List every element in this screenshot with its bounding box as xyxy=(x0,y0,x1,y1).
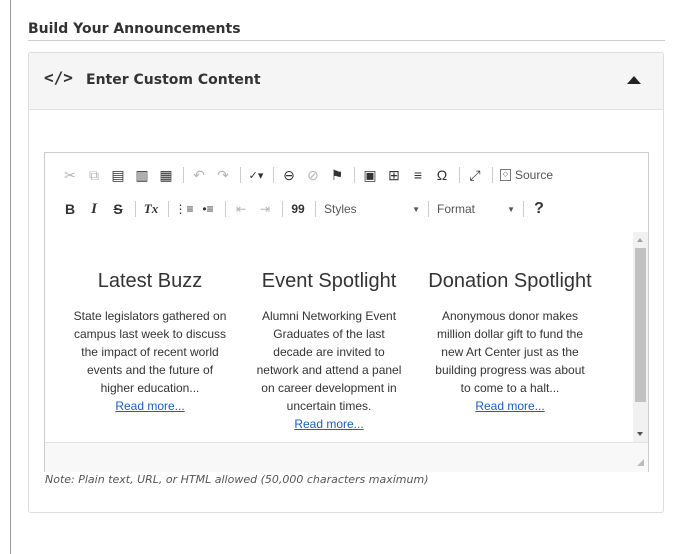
page-left-border xyxy=(10,0,11,554)
toolbar-separator xyxy=(240,167,241,183)
toolbar-separator xyxy=(315,201,316,217)
panel-header[interactable]: </> Enter Custom Content xyxy=(29,53,663,110)
paste-icon[interactable]: ▤ xyxy=(107,164,129,186)
styles-dropdown[interactable]: Styles ▼ xyxy=(320,198,424,220)
column-heading: Donation Spotlight xyxy=(428,270,592,292)
scroll-down-arrow-icon[interactable] xyxy=(637,432,643,436)
toolbar-separator xyxy=(273,167,274,183)
link-icon[interactable]: ⊖ xyxy=(278,164,300,186)
vertical-scrollbar[interactable] xyxy=(633,232,648,442)
copy-icon[interactable]: ⧉ xyxy=(83,164,105,186)
chevron-down-icon: ▼ xyxy=(507,204,515,214)
column-text: Anonymous donor makes million dollar gif… xyxy=(435,309,585,395)
announcement-column-latest-buzz: Latest Buzz State legislators gathered o… xyxy=(55,270,245,415)
outdent-icon[interactable]: ⇤ xyxy=(230,198,252,220)
code-icon: </> xyxy=(44,68,73,87)
undo-icon[interactable]: ↶ xyxy=(188,164,210,186)
column-text: Alumni Networking Event Graduates of the… xyxy=(256,309,402,413)
chevron-down-icon: ▼ xyxy=(412,204,420,214)
help-icon[interactable]: ? xyxy=(528,198,550,220)
toolbar-separator xyxy=(492,167,493,183)
source-button[interactable]: ◇ Source xyxy=(497,164,556,186)
toolbar-separator xyxy=(354,167,355,183)
remove-format-icon[interactable]: Tx xyxy=(140,198,162,220)
toolbar-separator xyxy=(523,201,524,217)
horizontal-line-icon[interactable]: ≡ xyxy=(407,164,429,186)
toolbar-row-2: B I S Tx ⋮≡ •≡ ⇤ ⇥ 99 Styles ▼ Format ▼ … xyxy=(59,197,552,221)
column-heading: Latest Buzz xyxy=(97,270,203,292)
read-more-link[interactable]: Read more... xyxy=(55,397,245,415)
indent-icon[interactable]: ⇥ xyxy=(254,198,276,220)
section-title: Build Your Announcements xyxy=(28,21,241,37)
read-more-link[interactable]: Read more... xyxy=(246,415,412,433)
table-icon[interactable]: ⊞ xyxy=(383,164,405,186)
source-label: Source xyxy=(515,168,554,182)
toolbar-separator xyxy=(428,201,429,217)
format-label: Format xyxy=(437,202,476,216)
toolbar-separator xyxy=(135,201,136,217)
editor-toolbar: ✂ ⧉ ▤ ▥ ▦ ↶ ↷ ✓▾ ⊖ ⊘ ⚑ ▣ ⊞ ≡ Ω ⤢ ◇ Sourc… xyxy=(45,153,648,233)
image-icon[interactable]: ▣ xyxy=(359,164,381,186)
paste-word-icon[interactable]: ▦ xyxy=(155,164,177,186)
bold-icon[interactable]: B xyxy=(59,198,81,220)
unlink-icon[interactable]: ⊘ xyxy=(302,164,324,186)
editor-status-bar xyxy=(45,442,648,472)
toolbar-separator xyxy=(225,201,226,217)
toolbar-separator xyxy=(168,201,169,217)
toolbar-separator xyxy=(459,167,460,183)
cut-icon[interactable]: ✂ xyxy=(59,164,81,186)
toolbar-separator xyxy=(183,167,184,183)
maximize-icon[interactable]: ⤢ xyxy=(464,164,486,186)
resize-handle-icon[interactable] xyxy=(637,459,644,466)
column-text: State legislators gathered on campus las… xyxy=(73,309,227,395)
scrollbar-thumb[interactable] xyxy=(635,248,646,402)
custom-content-panel: </> Enter Custom Content ✂ ⧉ ▤ ▥ ▦ ↶ ↷ ✓… xyxy=(28,52,664,513)
editor-content-area[interactable]: Latest Buzz State legislators gathered o… xyxy=(45,232,633,442)
toolbar-separator xyxy=(282,201,283,217)
format-dropdown[interactable]: Format ▼ xyxy=(433,198,519,220)
redo-icon[interactable]: ↷ xyxy=(212,164,234,186)
rich-text-editor: ✂ ⧉ ▤ ▥ ▦ ↶ ↷ ✓▾ ⊖ ⊘ ⚑ ▣ ⊞ ≡ Ω ⤢ ◇ Sourc… xyxy=(44,152,649,472)
scroll-up-arrow-icon[interactable] xyxy=(637,238,643,242)
special-char-icon[interactable]: Ω xyxy=(431,164,453,186)
title-divider xyxy=(28,40,665,41)
anchor-flag-icon[interactable]: ⚑ xyxy=(326,164,348,186)
numbered-list-icon[interactable]: ⋮≡ xyxy=(173,198,195,220)
column-heading: Event Spotlight xyxy=(261,270,397,292)
announcement-column-donation-spotlight: Donation Spotlight Anonymous donor makes… xyxy=(418,270,602,415)
collapse-caret-icon[interactable] xyxy=(627,76,641,84)
paste-text-icon[interactable]: ▥ xyxy=(131,164,153,186)
panel-title: Enter Custom Content xyxy=(86,72,261,88)
bulleted-list-icon[interactable]: •≡ xyxy=(197,198,219,220)
source-icon: ◇ xyxy=(500,169,511,181)
strikethrough-icon[interactable]: S xyxy=(107,198,129,220)
blockquote-icon[interactable]: 99 xyxy=(287,198,309,220)
italic-icon[interactable]: I xyxy=(83,198,105,220)
spellcheck-icon[interactable]: ✓▾ xyxy=(245,164,267,186)
toolbar-row-1: ✂ ⧉ ▤ ▥ ▦ ↶ ↷ ✓▾ ⊖ ⊘ ⚑ ▣ ⊞ ≡ Ω ⤢ ◇ Sourc… xyxy=(59,163,556,187)
styles-label: Styles xyxy=(324,202,357,216)
input-note: Note: Plain text, URL, or HTML allowed (… xyxy=(45,473,429,486)
announcement-column-event-spotlight: Event Spotlight Alumni Networking Event … xyxy=(246,270,412,433)
read-more-link[interactable]: Read more... xyxy=(418,397,602,415)
